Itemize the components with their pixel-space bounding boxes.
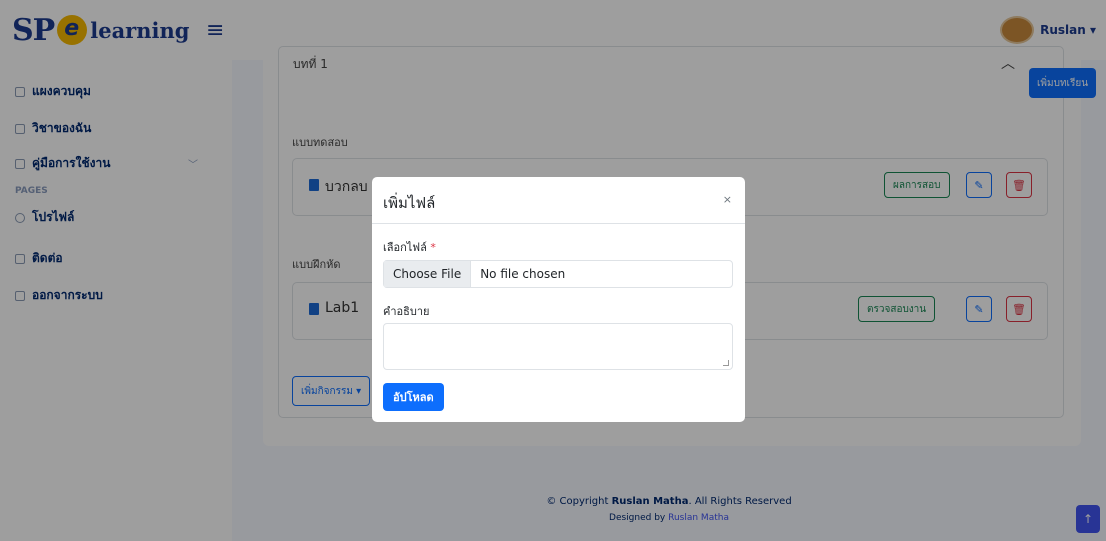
file-name-text: No file chosen bbox=[480, 267, 566, 281]
close-icon[interactable]: × bbox=[723, 193, 732, 206]
modal-header: เพิ่มไฟล์ × bbox=[372, 177, 745, 224]
file-input[interactable]: Choose File No file chosen bbox=[383, 260, 733, 288]
description-textarea[interactable] bbox=[383, 323, 733, 370]
description-label: คำอธิบาย bbox=[383, 305, 430, 318]
required-mark: * bbox=[430, 241, 436, 254]
add-file-modal: เพิ่มไฟล์ × เลือกไฟล์ * Choose File No f… bbox=[372, 177, 745, 422]
choose-file-button[interactable]: Choose File bbox=[384, 261, 472, 287]
file-label-text: เลือกไฟล์ bbox=[383, 241, 427, 254]
modal-title: เพิ่มไฟล์ bbox=[383, 194, 436, 212]
file-label: เลือกไฟล์ * bbox=[383, 238, 436, 256]
upload-button[interactable]: อัปโหลด bbox=[383, 383, 444, 411]
